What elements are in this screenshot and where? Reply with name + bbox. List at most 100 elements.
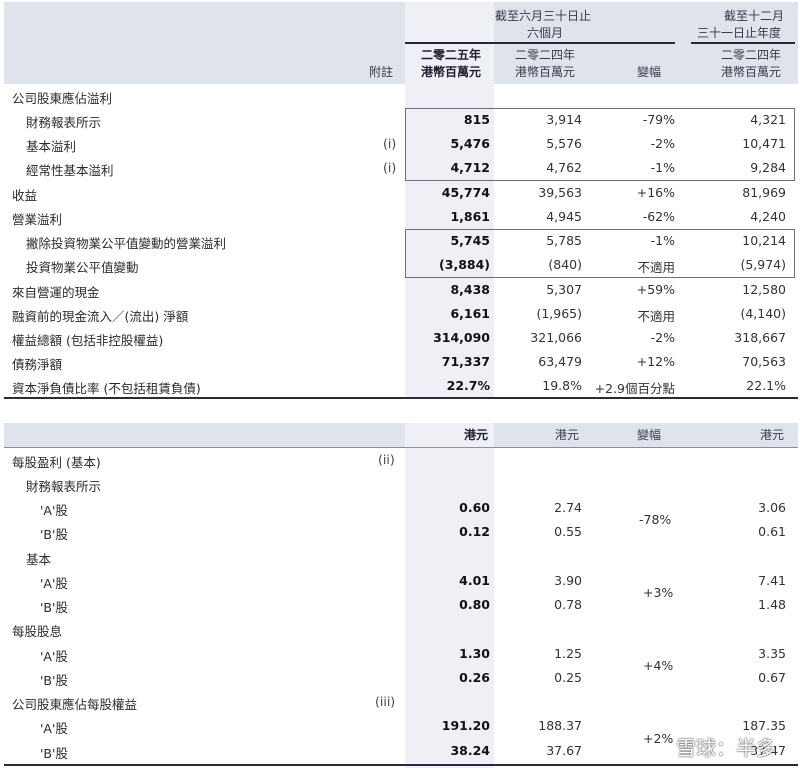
year-2024-header: 二零二四年 [515, 48, 576, 62]
row-label: 'A'股 [40, 503, 68, 518]
table-row: 資本淨負債比率 (不包括租賃負債) 22.7% 19.8% +2.9個百分點 2… [0, 374, 800, 398]
fy-unit-header: 港幣百萬元 [721, 65, 782, 79]
value-fy2024: 10,214 [742, 233, 786, 248]
value-fy2024: 4,240 [750, 209, 786, 224]
table-row: 'B'股 0.80 0.78 1.48 [0, 593, 800, 617]
unit-2024-header-2: 港元 [555, 428, 580, 442]
row-label: 基本 [26, 552, 52, 567]
value-2024: 37.67 [546, 743, 582, 758]
value-fy2024: 3.35 [758, 646, 786, 661]
value-2024: 321,066 [530, 330, 582, 345]
row-label: 公司股東應佔每股權益 [12, 697, 138, 712]
value-2024: (1,965) [536, 306, 582, 321]
value-variance: -2% [650, 136, 675, 151]
period-6m-line2: 六個月 [527, 26, 564, 40]
year-2025-header: 二零二五年 [421, 48, 482, 62]
value-2024: 3,914 [546, 112, 582, 127]
fy-line2: 三十一日止年度 [697, 26, 782, 40]
table-row: 'B'股 0.26 0.25 0.67 [0, 666, 800, 690]
row-label: 營業溢利 [12, 212, 63, 227]
value-2025: 1.30 [459, 646, 490, 661]
value-2024: 188.37 [538, 718, 582, 733]
value-fy2024: (5,974) [740, 257, 786, 272]
value-2024: 5,307 [546, 282, 582, 297]
value-variance: +59% [636, 282, 675, 297]
fy-year-header: 二零二四年 [721, 48, 782, 62]
table-row: 財務報表所示 [0, 472, 800, 496]
table-row: 權益總額 (包括非控股權益) 314,090 321,066 -2% 318,6… [0, 326, 800, 350]
row-label: 債務淨額 [12, 357, 63, 372]
value-2024: 0.55 [554, 524, 582, 539]
value-2024: 19.8% [542, 378, 582, 393]
value-fy2024: (4,140) [740, 306, 786, 321]
row-label: 每股盈利 (基本) [12, 455, 101, 470]
value-variance: +2.9個百分點 [594, 381, 675, 396]
row-label: 財務報表所示 [26, 115, 102, 130]
value-2025: 38.24 [450, 743, 490, 758]
fy-underline [691, 42, 795, 44]
period-6m-line1: 截至六月三十日止 [495, 9, 592, 23]
value-2024: 39,563 [538, 185, 582, 200]
value-2024: 5,576 [546, 136, 582, 151]
row-label: 'A'股 [40, 576, 68, 591]
variance-merged-eps-reported: -78% [639, 512, 672, 527]
table-row: 投資物業公平值變動 (3,884) (840) 不適用 (5,974) [0, 253, 800, 277]
table-row: 公司股東應佔每股權益 (iii) [0, 690, 800, 714]
row-label: 資本淨負債比率 (不包括租賃負債) [12, 381, 201, 396]
fy-line1: 截至十二月 [724, 9, 785, 23]
table-row: 經常性基本溢利 (i) 4,712 4,762 -1% 9,284 [0, 156, 800, 180]
value-fy2024: 187.35 [742, 718, 786, 733]
value-variance: -1% [650, 233, 675, 248]
value-2025: (3,884) [439, 257, 490, 272]
row-note: (iii) [375, 694, 396, 709]
value-2025: 4,712 [450, 160, 490, 175]
value-2024: 4,945 [546, 209, 582, 224]
table1-bottom-rule [4, 397, 798, 399]
table-row: 'B'股 0.12 0.55 0.61 [0, 520, 800, 544]
unit-2025-header-2: 港元 [464, 428, 489, 442]
value-2025: 0.80 [459, 597, 490, 612]
value-variance: -79% [642, 112, 675, 127]
table-row: 'A'股 0.60 2.74 3.06 [0, 496, 800, 520]
value-2025: 6,161 [450, 306, 490, 321]
value-2025: 8,438 [450, 282, 490, 297]
row-label: 經常性基本溢利 [26, 163, 114, 178]
row-label: 撇除投資物業公平值變動的營業溢利 [26, 236, 227, 251]
value-2024: 1.25 [554, 646, 582, 661]
value-2025: 815 [463, 112, 490, 127]
table-row: 融資前的現金流入／(流出) 淨額 6,161 (1,965) 不適用 (4,14… [0, 302, 800, 326]
table-row: 營業溢利 1,861 4,945 -62% 4,240 [0, 205, 800, 229]
variance-merged-eps-underlying: +3% [643, 585, 674, 600]
table1-header-band [4, 2, 798, 84]
value-2024: 63,479 [538, 354, 582, 369]
value-fy2024: 0.61 [758, 524, 786, 539]
row-note: (i) [383, 160, 397, 175]
row-label: 基本溢利 [26, 139, 77, 154]
value-2024: 0.78 [554, 597, 582, 612]
variance-header-2: 變幅 [637, 428, 662, 442]
table-row: 基本 [0, 545, 800, 569]
row-label: 來自營運的現金 [12, 285, 100, 300]
value-2025: 45,774 [441, 185, 490, 200]
value-fy2024: 4,321 [750, 112, 786, 127]
value-2025: 5,476 [450, 136, 490, 151]
variance-merged-equity: +2% [643, 731, 674, 746]
value-2024: 0.25 [554, 670, 582, 685]
value-2025: 0.60 [459, 500, 490, 515]
unit-2024-header: 港幣百萬元 [515, 65, 576, 79]
table-row: 債務淨額 71,337 63,479 +12% 70,563 [0, 350, 800, 374]
value-2024: (840) [548, 257, 582, 272]
row-label: 'A'股 [40, 721, 68, 736]
row-label: 公司股東應佔溢利 [12, 91, 113, 106]
variance-merged-dividend: +4% [643, 658, 674, 673]
value-fy2024: 1.48 [758, 597, 786, 612]
row-label: 投資物業公平值變動 [26, 260, 139, 275]
value-2024: 4,762 [546, 160, 582, 175]
value-variance: -62% [642, 209, 675, 224]
row-label: 每股股息 [12, 624, 63, 639]
value-fy2024: 0.67 [758, 670, 786, 685]
row-label: 'B'股 [40, 746, 68, 761]
value-2025: 314,090 [433, 330, 490, 345]
period-6m-underline [405, 42, 675, 44]
row-label: 'A'股 [40, 649, 68, 664]
